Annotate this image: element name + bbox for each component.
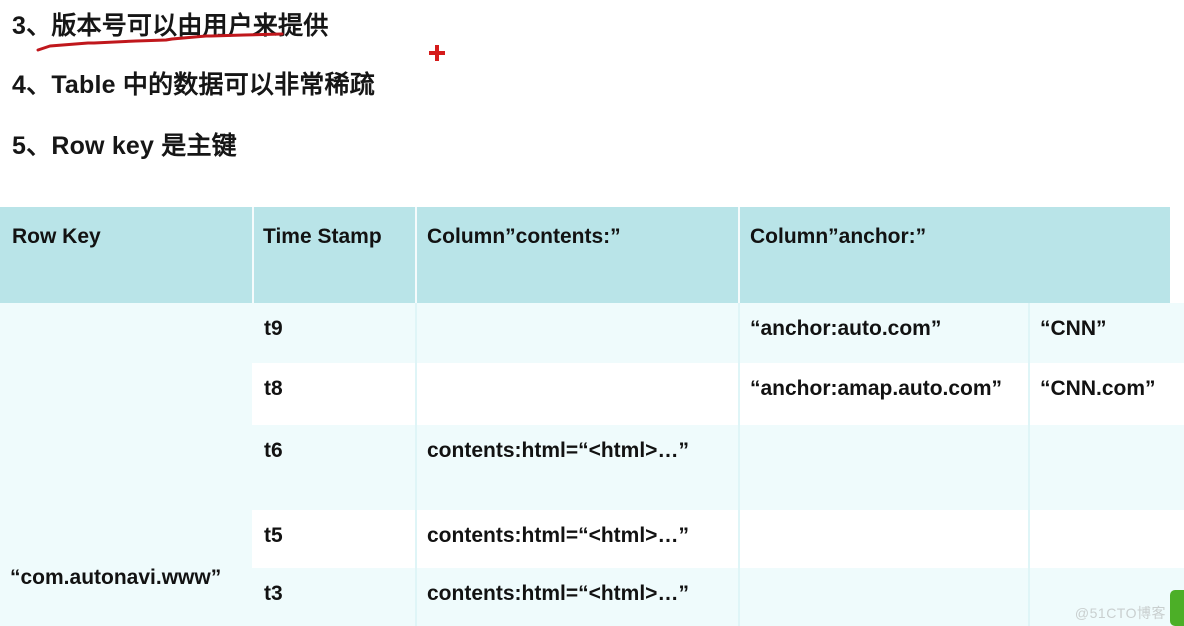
watermark-text: @51CTO博客 bbox=[1074, 605, 1166, 621]
header-divider-3 bbox=[738, 207, 740, 303]
cell-anchor-value: “CNN.com” bbox=[1040, 377, 1156, 400]
bullet-text-3: 版本号可以由用户来提供 bbox=[51, 12, 329, 40]
body-divider-1 bbox=[415, 363, 417, 425]
cell-time-stamp: t3 bbox=[264, 582, 283, 605]
header-divider-2 bbox=[415, 207, 417, 303]
bullet-text-4: Table 中的数据可以非常稀疏 bbox=[51, 71, 375, 99]
cell-contents: contents:html=“<html>…” bbox=[427, 582, 689, 605]
hbase-table: Row Key Time Stamp Column”contents:” Col… bbox=[0, 207, 1184, 626]
cell-time-stamp: t9 bbox=[264, 317, 283, 340]
bullet-item-5: 5、Row key 是主键 bbox=[12, 126, 237, 162]
watermark-tab bbox=[1170, 590, 1184, 626]
body-divider-1 bbox=[415, 425, 417, 510]
table-row: t3 contents:html=“<html>…” bbox=[252, 568, 1184, 626]
cell-contents: contents:html=“<html>…” bbox=[427, 524, 689, 547]
cell-time-stamp: t6 bbox=[264, 439, 283, 462]
column-header-contents: Column”contents:” bbox=[427, 225, 621, 248]
bullet-item-4: 4、Table 中的数据可以非常稀疏 bbox=[12, 65, 375, 101]
body-divider-2 bbox=[738, 510, 740, 568]
bullet-number-5: 5、 bbox=[12, 132, 52, 160]
cell-time-stamp: t8 bbox=[264, 377, 283, 400]
body-divider-1 bbox=[415, 568, 417, 626]
row-key-cell: “com.autonavi.www” bbox=[0, 303, 252, 626]
table-row: t6 contents:html=“<html>…” bbox=[252, 425, 1184, 510]
bullet-item-3: 3、版本号可以由用户来提供 bbox=[12, 6, 329, 42]
body-divider-2 bbox=[738, 363, 740, 425]
table-header-row: Row Key Time Stamp Column”contents:” Col… bbox=[0, 207, 1170, 303]
body-divider-2 bbox=[738, 303, 740, 363]
bullet-text-5: Row key 是主键 bbox=[51, 132, 237, 160]
column-header-row-key: Row Key bbox=[12, 225, 101, 248]
bullet-number-4: 4、 bbox=[12, 71, 52, 99]
plus-cursor-icon bbox=[429, 45, 445, 61]
header-divider-1 bbox=[252, 207, 254, 303]
body-divider-3 bbox=[1028, 568, 1030, 626]
column-header-anchor: Column”anchor:” bbox=[750, 225, 927, 248]
body-divider-3 bbox=[1028, 303, 1030, 363]
body-divider-3 bbox=[1028, 425, 1030, 510]
row-key-value: “com.autonavi.www” bbox=[10, 566, 222, 589]
body-divider-2 bbox=[738, 568, 740, 626]
bullet-number-3: 3、 bbox=[12, 12, 52, 40]
cell-time-stamp: t5 bbox=[264, 524, 283, 547]
cell-contents: contents:html=“<html>…” bbox=[427, 439, 689, 462]
column-header-time-stamp: Time Stamp bbox=[263, 225, 382, 248]
cell-anchor-key: “anchor:amap.auto.com” bbox=[750, 377, 1003, 400]
body-divider-3 bbox=[1028, 510, 1030, 568]
table-row: t8 “anchor:amap.auto.com” “CNN.com” bbox=[252, 363, 1184, 425]
cell-anchor-key: “anchor:auto.com” bbox=[750, 317, 942, 340]
body-divider-1 bbox=[415, 303, 417, 363]
table-row: t9 “anchor:auto.com” “CNN” bbox=[252, 303, 1184, 363]
body-divider-3 bbox=[1028, 363, 1030, 425]
body-divider-1 bbox=[415, 510, 417, 568]
cell-anchor-value: “CNN” bbox=[1040, 317, 1107, 340]
body-divider-2 bbox=[738, 425, 740, 510]
table-row: t5 contents:html=“<html>…” bbox=[252, 510, 1184, 568]
